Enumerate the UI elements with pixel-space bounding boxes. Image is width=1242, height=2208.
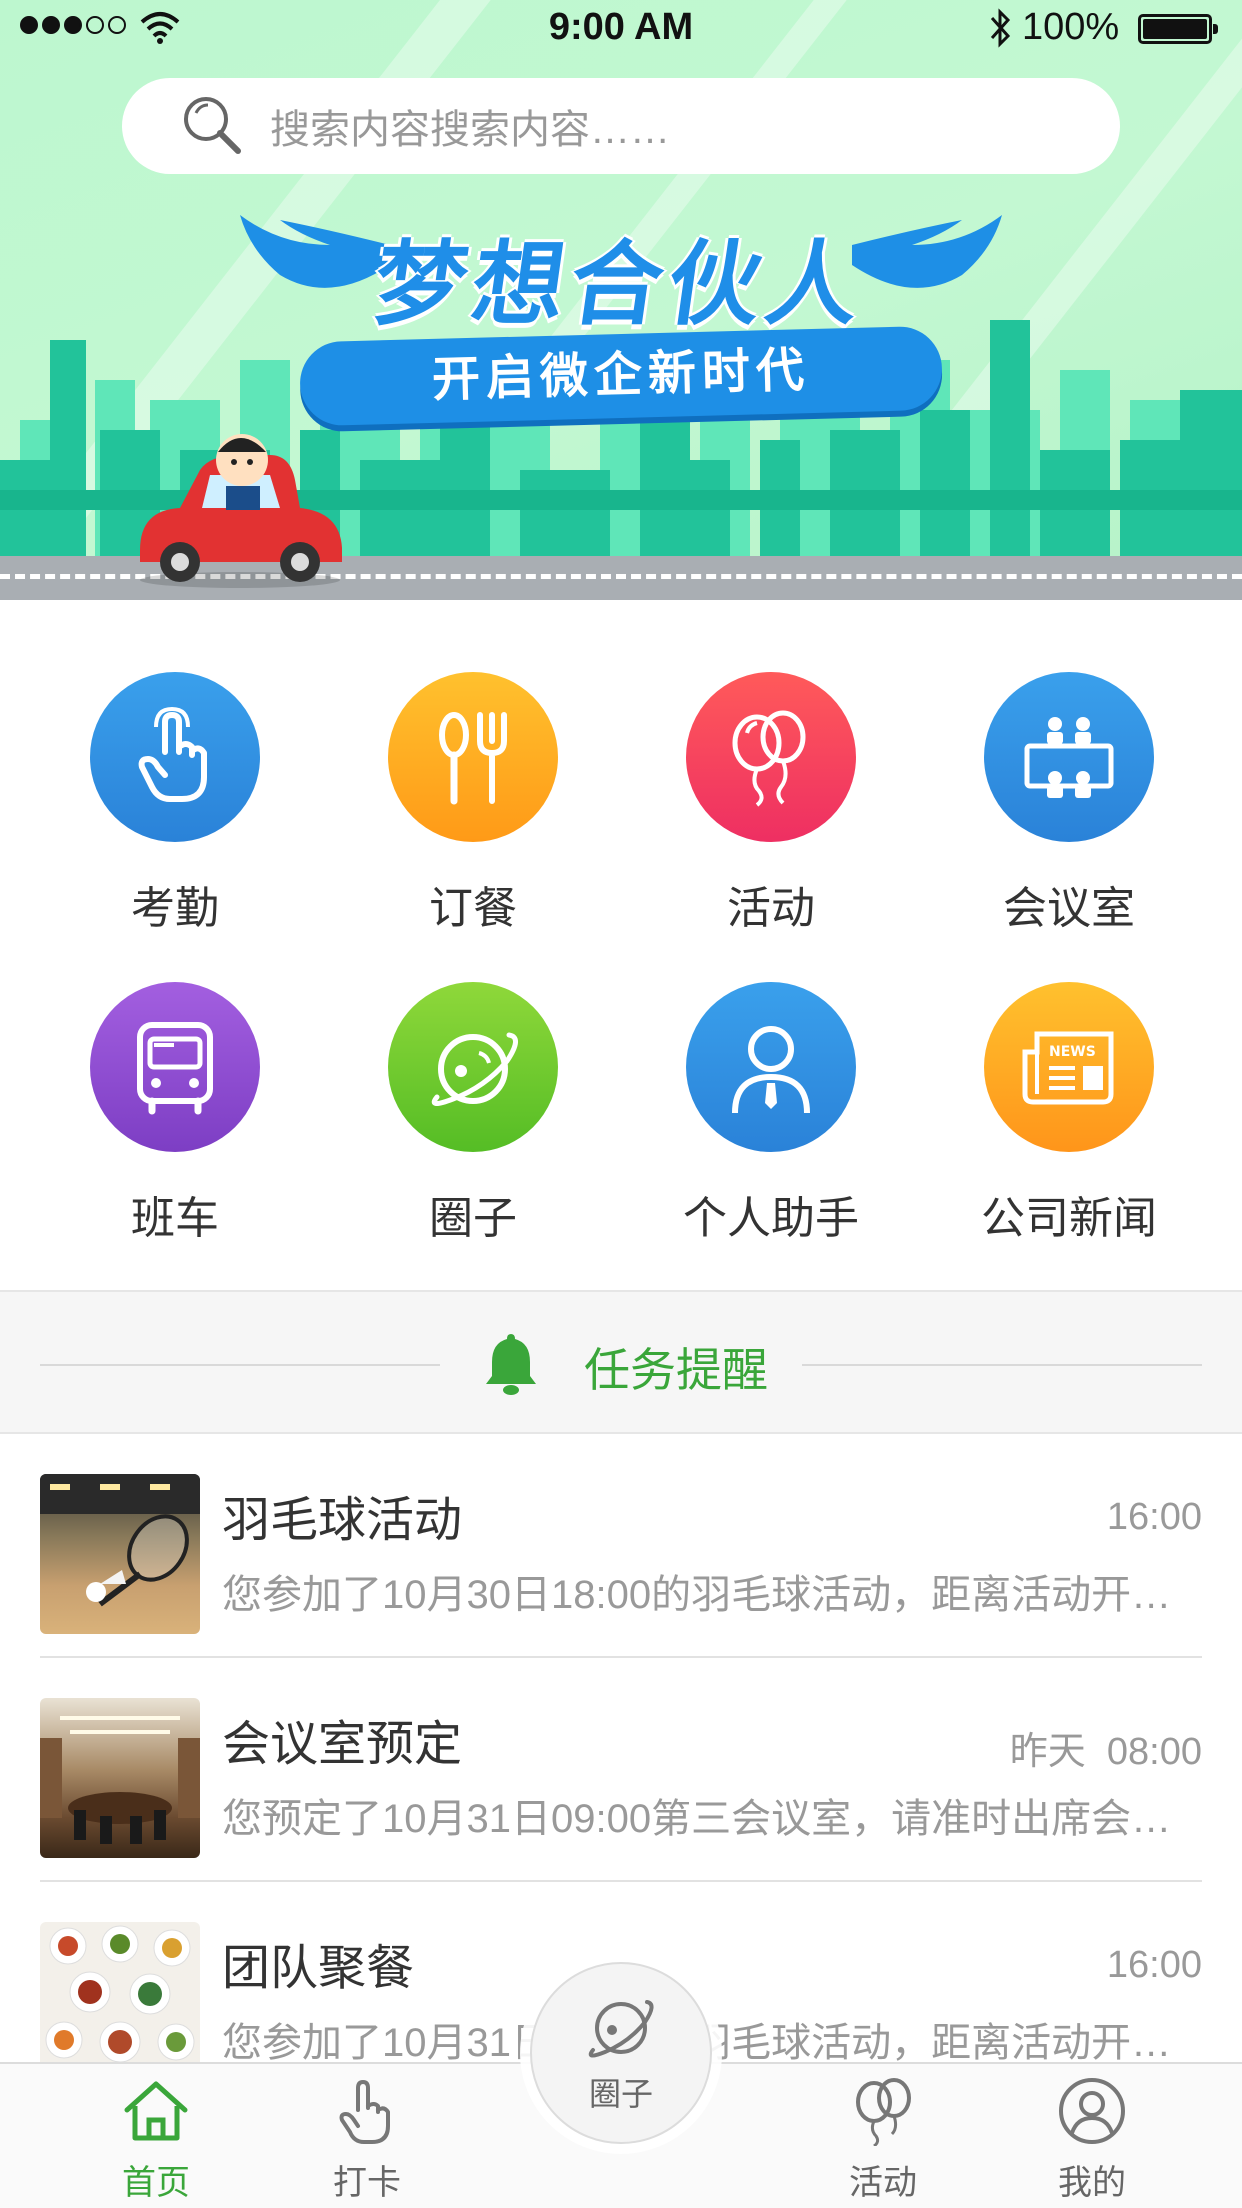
badminton-thumbnail: [40, 1474, 200, 1634]
task-time: 昨天 08:00: [1009, 1731, 1202, 1773]
task-description: 您预定了10月31日09:00第三会议室，请准时出席会议...: [222, 1797, 1202, 1841]
planet-icon: [588, 2000, 654, 2058]
task-reminder-header: 任务提醒: [0, 1290, 1242, 1434]
list-item[interactable]: 羽毛球活动 16:00 您参加了10月30日18:00的羽毛球活动，距离活动开始…: [40, 1434, 1202, 1658]
grid-label: 班车: [131, 1194, 219, 1243]
task-title: 会议室预定: [222, 1718, 463, 1771]
car-illustration: [140, 434, 342, 588]
tab-label: 圈子: [588, 2076, 653, 2112]
grid-item-activity[interactable]: 活动: [621, 672, 921, 936]
newspaper-icon: NEWS: [984, 982, 1154, 1152]
tab-label: 我的: [1058, 2164, 1126, 2202]
team-dinner-thumbnail: [40, 1922, 200, 2082]
bus-icon: [90, 982, 260, 1152]
grid-label: 考勤: [131, 884, 219, 933]
tab-home[interactable]: 首页: [76, 2076, 236, 2204]
tab-label: 打卡: [333, 2164, 401, 2202]
planet-icon: [388, 982, 558, 1152]
grid-label: 活动: [727, 884, 815, 933]
grid-item-circle[interactable]: 圈子: [323, 982, 623, 1246]
tab-label: 首页: [122, 2164, 190, 2202]
finger-tap-icon: [339, 2080, 390, 2144]
battery-percent: 100%: [1022, 6, 1120, 48]
task-time: 16:00: [1106, 1944, 1202, 1986]
status-bar: 9:00 AM 100%: [0, 0, 1242, 54]
grid-label: 个人助手: [683, 1194, 859, 1243]
grid-item-attendance[interactable]: 考勤: [25, 672, 325, 936]
grid-item-meeting-room[interactable]: 会议室: [919, 672, 1219, 936]
tab-activity[interactable]: 活动: [803, 2076, 963, 2204]
task-description: 您参加了10月31日18:00的羽毛球活动，距离活动开始还有...: [222, 2021, 1202, 2065]
grid-label: 会议室: [1003, 884, 1135, 933]
banner-subtitle: 开启微企新时代: [299, 325, 943, 427]
search-input[interactable]: 搜索内容搜索内容……: [122, 78, 1120, 174]
meeting-room-icon: [984, 672, 1154, 842]
grid-item-company-news[interactable]: NEWS 公司新闻: [919, 982, 1219, 1246]
balloons-icon: [686, 672, 856, 842]
grid-label: 订餐: [429, 884, 517, 933]
grid-item-order-meal[interactable]: 订餐: [323, 672, 623, 936]
task-title: 羽毛球活动: [222, 1494, 463, 1547]
grid-label: 公司新闻: [981, 1194, 1157, 1243]
task-description: 您参加了10月30日18:00的羽毛球活动，距离活动开始还有...: [222, 1573, 1202, 1617]
tab-mine[interactable]: 我的: [1012, 2076, 1172, 2204]
home-icon: [124, 2081, 188, 2141]
search-icon: [184, 97, 241, 154]
meeting-room-thumbnail: [40, 1698, 200, 1858]
tab-punch[interactable]: 打卡: [287, 2076, 447, 2204]
task-title: 团队聚餐: [222, 1942, 415, 1995]
fork-spoon-icon: [388, 672, 558, 842]
search-placeholder: 搜索内容搜索内容……: [270, 108, 670, 152]
banner[interactable]: 梦想合伙人 开启微企新时代 9:00 AM 100% 搜索内容搜索内容……: [0, 0, 1242, 600]
battery-icon: [1138, 14, 1218, 44]
grid-item-shuttle-bus[interactable]: 班车: [25, 982, 325, 1246]
finger-tap-icon: [90, 672, 260, 842]
svg-text:NEWS: NEWS: [1049, 1044, 1096, 1060]
task-time: 16:00: [1106, 1496, 1202, 1538]
tab-label: 活动: [849, 2164, 917, 2202]
balloons-icon: [856, 2078, 911, 2148]
grid-item-personal-assistant[interactable]: 个人助手: [621, 982, 921, 1246]
banner-title: 梦想合伙人: [367, 234, 872, 336]
person-tie-icon: [686, 982, 856, 1152]
user-icon: [1059, 2078, 1125, 2144]
section-title: 任务提醒: [584, 1344, 768, 1396]
grid-label: 圈子: [429, 1194, 517, 1243]
list-item[interactable]: 会议室预定 昨天 08:00 您预定了10月31日09:00第三会议室，请准时出…: [40, 1658, 1202, 1882]
bluetooth-icon: [990, 8, 1011, 48]
tab-circle[interactable]: 圈子: [530, 1962, 712, 2144]
